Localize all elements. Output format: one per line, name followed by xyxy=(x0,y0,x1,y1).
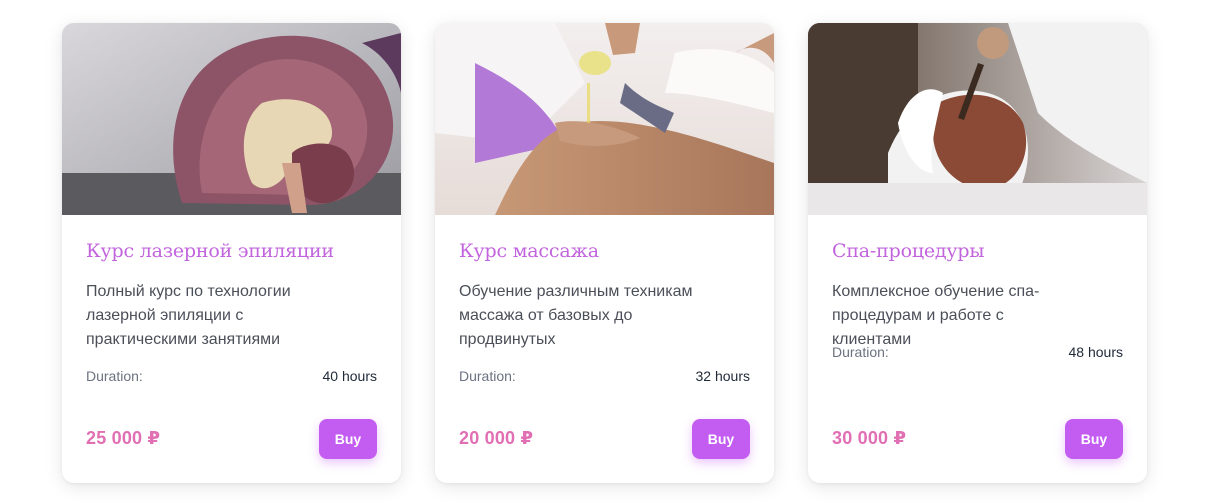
course-price: 20 000 ₽ xyxy=(459,428,534,448)
course-image-facial-spa xyxy=(808,23,1147,215)
duration-label: Duration: xyxy=(832,344,889,360)
buy-button[interactable]: Buy xyxy=(1065,419,1123,459)
course-card-spa: Спа-процедуры Комплексное обучение спа-п… xyxy=(808,23,1147,483)
duration-value: 40 hours xyxy=(322,368,377,384)
duration-label: Duration: xyxy=(459,368,516,384)
buy-button[interactable]: Buy xyxy=(319,419,377,459)
course-title: Курс массажа xyxy=(459,240,599,262)
course-card-laser-epilation: Курс лазерной эпиляции Полный курс по те… xyxy=(62,23,401,483)
course-title: Курс лазерной эпиляции xyxy=(86,240,334,262)
duration-row: Duration: 32 hours xyxy=(459,368,750,384)
duration-row: Duration: 48 hours xyxy=(832,344,1123,360)
course-title: Спа-процедуры xyxy=(832,240,985,262)
course-image-brain-model xyxy=(62,23,401,215)
duration-value: 48 hours xyxy=(1068,344,1123,360)
course-description: Полный курс по технологии лазерной эпиля… xyxy=(86,283,291,348)
duration-label: Duration: xyxy=(86,368,143,384)
course-image-massage xyxy=(435,23,774,215)
duration-value: 32 hours xyxy=(695,368,750,384)
buy-button[interactable]: Buy xyxy=(692,419,750,459)
course-price: 30 000 ₽ xyxy=(832,428,907,448)
course-description: Обучение различным техникам массажа от б… xyxy=(459,283,693,348)
course-price: 25 000 ₽ xyxy=(86,428,161,448)
duration-row: Duration: 40 hours xyxy=(86,368,377,384)
course-card-massage: Курс массажа Обучение различным техникам… xyxy=(435,23,774,483)
course-cards-grid: Курс лазерной эпиляции Полный курс по те… xyxy=(0,0,1222,504)
course-description: Комплексное обучение спа-процедурам и ра… xyxy=(832,283,1040,348)
